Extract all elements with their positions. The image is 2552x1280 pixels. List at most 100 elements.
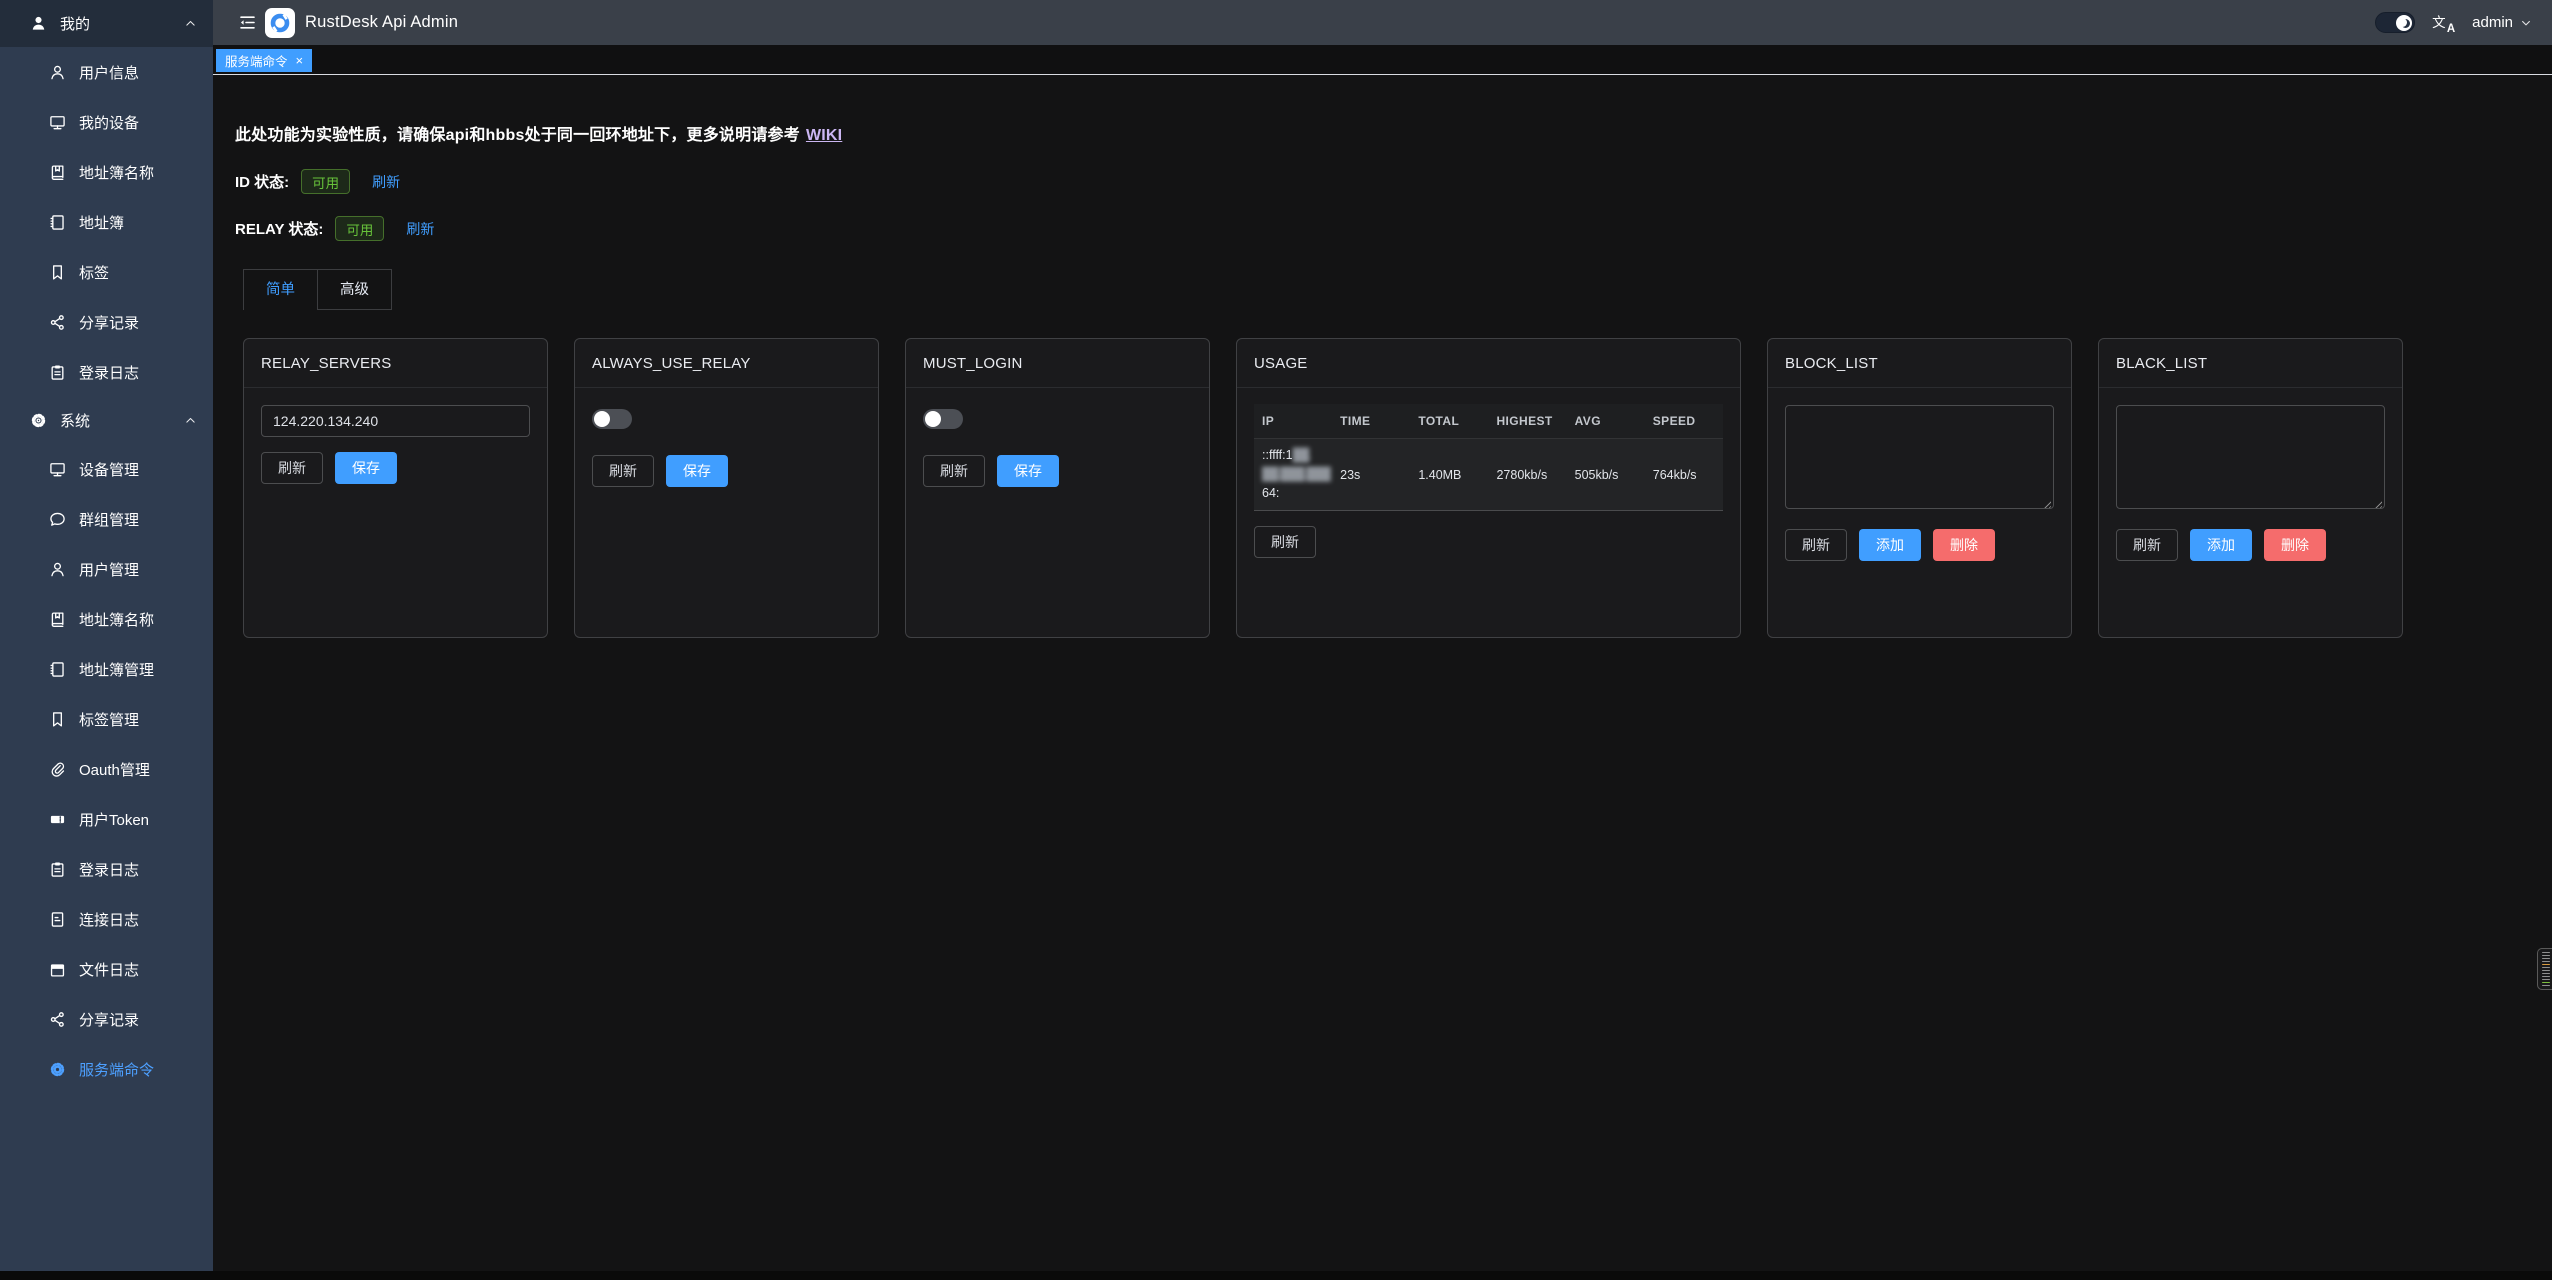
user-dropdown[interactable]: admin: [2472, 14, 2532, 31]
dark-mode-toggle[interactable]: [2375, 12, 2415, 33]
chevron-up-icon: [184, 414, 197, 427]
document-icon: [49, 911, 66, 928]
user-filled-icon: [30, 15, 47, 32]
usage-column-avg: AVG: [1567, 404, 1645, 439]
black-list-textarea[interactable]: [2116, 405, 2385, 509]
must-login-switch[interactable]: [923, 409, 963, 429]
sidebar-item-connection-logs[interactable]: 连接日志: [0, 894, 213, 944]
chevron-down-icon: [2520, 17, 2532, 29]
sidebar-item-oauth-management[interactable]: Oauth管理: [0, 744, 213, 794]
always-use-relay-save-button[interactable]: 保存: [666, 455, 728, 487]
translate-icon[interactable]: 文 A: [2432, 12, 2455, 34]
block-list-add-button[interactable]: 添加: [1859, 529, 1921, 561]
status-refresh-link[interactable]: 刷新: [406, 219, 434, 239]
always-use-relay-refresh-button[interactable]: 刷新: [592, 455, 654, 487]
card-title: BLACK_LIST: [2099, 339, 2402, 388]
sidebar-item-label: 用户管理: [79, 559, 139, 580]
sidebar-item-tag-management[interactable]: 标签管理: [0, 694, 213, 744]
main-content: 此处功能为实验性质，请确保api和hbbs处于同一回环地址下，更多说明请参考WI…: [213, 76, 2552, 1271]
card-relay-servers: RELAY_SERVERS 刷新 保存: [243, 338, 548, 638]
sidebar-group-system: 系统设备管理群组管理用户管理地址簿名称地址簿管理标签管理 Oauth管理用户Tok…: [0, 397, 213, 1094]
sidebar-item-login-logs[interactable]: 登录日志: [0, 347, 213, 397]
usage-speed-cell: 764kb/s: [1645, 439, 1723, 511]
card-usage: USAGE IPTIMETOTALHIGHESTAVGSPEED ::ffff:…: [1236, 338, 1741, 638]
sidebar-item-address-book-management[interactable]: 地址簿管理: [0, 644, 213, 694]
mode-tab-advanced[interactable]: 高级: [317, 270, 391, 310]
black-list-refresh-button[interactable]: 刷新: [2116, 529, 2178, 561]
sidebar-item-server-commands[interactable]: 服务端命令: [0, 1044, 213, 1094]
sidebar-item-share-records[interactable]: 分享记录: [0, 994, 213, 1044]
minimap-stripe: [2542, 970, 2550, 971]
sidebar-item-address-book-names[interactable]: 地址簿名称: [0, 594, 213, 644]
minimap-stripe: [2542, 952, 2550, 953]
sidebar-item-user-management[interactable]: 用户管理: [0, 544, 213, 594]
sidebar-item-label: 标签管理: [79, 709, 139, 730]
collapse-sidebar-icon[interactable]: [239, 14, 256, 31]
card-black-list: BLACK_LIST 刷新 添加 删除: [2098, 338, 2403, 638]
status-row: ID 状态:可用刷新: [235, 169, 2532, 194]
tab-label: 服务端命令: [225, 51, 288, 70]
horizontal-scrollbar-track[interactable]: [0, 1271, 2552, 1280]
close-icon[interactable]: ×: [296, 54, 304, 67]
sidebar-item-login-logs[interactable]: 登录日志: [0, 844, 213, 894]
sidebar-item-label: 用户Token: [79, 809, 149, 830]
experimental-notice: 此处功能为实验性质，请确保api和hbbs处于同一回环地址下，更多说明请参考WI…: [235, 121, 2532, 145]
bookmark-icon: [49, 711, 66, 728]
sidebar-item-user-info[interactable]: 用户信息: [0, 47, 213, 97]
monitor-icon: [49, 461, 66, 478]
chevron-up-icon: [184, 17, 197, 30]
sidebar-item-tags[interactable]: 标签: [0, 247, 213, 297]
mode-tab-simple[interactable]: 简单: [244, 270, 317, 310]
floating-minimap-widget[interactable]: [2537, 948, 2552, 990]
minimap-stripe: [2542, 979, 2550, 980]
chat-icon: [49, 511, 66, 528]
sidebar-item-label: 连接日志: [79, 909, 139, 930]
sidebar-item-file-logs[interactable]: 文件日志: [0, 944, 213, 994]
sidebar-item-label: Oauth管理: [79, 759, 150, 780]
sidebar-item-share-records[interactable]: 分享记录: [0, 297, 213, 347]
user-name: admin: [2472, 14, 2513, 31]
must-login-refresh-button[interactable]: 刷新: [923, 455, 985, 487]
must-login-save-button[interactable]: 保存: [997, 455, 1059, 487]
wiki-link[interactable]: WIKI: [806, 127, 842, 144]
book-icon: [49, 611, 66, 628]
clipboard-icon: [49, 364, 66, 381]
sidebar-group-title-mine[interactable]: 我的: [0, 0, 213, 47]
relay-servers-refresh-button[interactable]: 刷新: [261, 452, 323, 484]
dark-mode-knob: [2396, 15, 2412, 31]
black-list-add-button[interactable]: 添加: [2190, 529, 2252, 561]
rustdesk-logo: [265, 8, 295, 38]
card-title: ALWAYS_USE_RELAY: [575, 339, 878, 388]
sidebar-group-title-system[interactable]: 系统: [0, 397, 213, 444]
clipboard-icon: [49, 861, 66, 878]
always-use-relay-switch[interactable]: [592, 409, 632, 429]
sidebar-item-user-token[interactable]: 用户Token: [0, 794, 213, 844]
sidebar-item-label: 登录日志: [79, 362, 139, 383]
black-list-delete-button[interactable]: 删除: [2264, 529, 2326, 561]
book-icon: [49, 164, 66, 181]
relay-servers-save-button[interactable]: 保存: [335, 452, 397, 484]
status-label: ID 状态:: [235, 171, 289, 192]
block-list-delete-button[interactable]: 删除: [1933, 529, 1995, 561]
sidebar-item-address-book[interactable]: 地址簿: [0, 197, 213, 247]
tags-view-bar: 服务端命令 ×: [213, 45, 2552, 75]
sidebar-item-device-management[interactable]: 设备管理: [0, 444, 213, 494]
block-list-refresh-button[interactable]: 刷新: [1785, 529, 1847, 561]
usage-time-cell: 23s: [1332, 439, 1410, 511]
app-root: 我的用户信息我的设备地址簿名称地址簿标签分享记录登录日志系统设备管理群组管理用户…: [0, 0, 2552, 1280]
token-icon: [49, 811, 66, 828]
tab-server-commands[interactable]: 服务端命令 ×: [216, 49, 312, 72]
sidebar-item-address-book-names[interactable]: 地址簿名称: [0, 147, 213, 197]
sidebar-group-label: 系统: [60, 410, 90, 431]
usage-column-time: TIME: [1332, 404, 1410, 439]
usage-column-speed: SPEED: [1645, 404, 1723, 439]
usage-refresh-button[interactable]: 刷新: [1254, 526, 1316, 558]
sidebar-item-my-devices[interactable]: 我的设备: [0, 97, 213, 147]
relay-servers-input[interactable]: [261, 405, 530, 437]
minimap-stripe: [2542, 967, 2550, 968]
sidebar-item-group-management[interactable]: 群组管理: [0, 494, 213, 544]
user-icon: [49, 561, 66, 578]
block-list-textarea[interactable]: [1785, 405, 2054, 509]
rustdesk-logo-icon: [268, 11, 292, 35]
status-refresh-link[interactable]: 刷新: [372, 172, 400, 192]
